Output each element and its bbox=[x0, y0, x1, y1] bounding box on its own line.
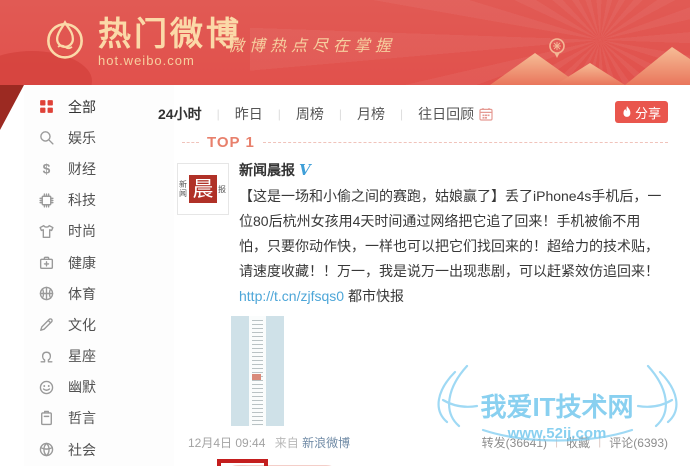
dollar-icon: $ bbox=[38, 160, 55, 177]
sidebar-item-firstaid[interactable]: 健康 bbox=[24, 247, 174, 278]
tab-0[interactable]: 24小时 bbox=[158, 104, 217, 124]
rank-dash-right bbox=[262, 142, 668, 143]
chip-icon bbox=[38, 192, 55, 209]
ribbon-fold-decoration bbox=[0, 85, 24, 130]
tab-label: 昨日 bbox=[234, 105, 263, 122]
tab-items-slot: 24小时 | 昨日 | 周榜 | 月榜 | 往日回顾 bbox=[158, 104, 668, 124]
post-actions-links: 转发(36641) | 收藏 | 评论(6393) bbox=[482, 434, 668, 451]
tab-bar: 24小时 | 昨日 | 周榜 | 月榜 | 往日回顾 分享 bbox=[155, 85, 668, 125]
pencil-icon bbox=[38, 316, 55, 333]
author-avatar[interactable]: 新闻 晨 报 bbox=[177, 163, 229, 215]
author-name[interactable]: 新闻晨报 bbox=[239, 160, 295, 180]
sidebar-item-magnifier[interactable]: 娱乐 bbox=[24, 122, 174, 153]
favorite-link[interactable]: 收藏 bbox=[566, 434, 590, 451]
book-icon bbox=[38, 410, 55, 427]
annotation-highlight-rect bbox=[217, 459, 268, 466]
site-header: 热门微博 hot.weibo.com 微博热点尽在掌握 bbox=[0, 0, 690, 85]
sidebar-item-globe[interactable]: 社会 bbox=[24, 434, 174, 465]
header-tagline: 微博热点尽在掌握 bbox=[228, 36, 397, 55]
source-link[interactable]: 新浪微博 bbox=[302, 436, 350, 450]
thumbnail-text-strip bbox=[249, 316, 266, 426]
heat-action-row: 91583°C +1 他们 +1 过： 等2470人 bbox=[155, 457, 668, 466]
logo-domain: hot.weibo.com bbox=[98, 53, 195, 68]
rank-dash-left bbox=[182, 142, 199, 143]
sidebar-item-label: 社会 bbox=[68, 441, 96, 458]
tab-3[interactable]: 月榜 bbox=[342, 104, 400, 124]
thumbnail-red-mark bbox=[252, 374, 261, 380]
sidebar-item-label: 科技 bbox=[68, 192, 96, 209]
sidebar-item-pencil[interactable]: 文化 bbox=[24, 309, 174, 340]
separator: | bbox=[555, 434, 559, 448]
share-label: 分享 bbox=[634, 105, 661, 121]
sidebar-item-label: 体育 bbox=[68, 285, 96, 302]
hot-weibo-page: 热门微博 hot.weibo.com 微博热点尽在掌握 全部娱乐 $ 财经科技时尚健… bbox=[0, 0, 690, 466]
site-logo[interactable]: 热门微博 hot.weibo.com bbox=[44, 16, 242, 68]
tab-label: 往日回顾 bbox=[418, 105, 475, 122]
post-body: 新闻晨报 V 【这是一场和小偷之间的赛跑，姑娘赢了】丢了iPhone4s手机后，… bbox=[231, 161, 668, 426]
post-thumbnail-image[interactable] bbox=[231, 316, 284, 426]
avatar-small-right-text: 报 bbox=[218, 184, 226, 194]
sidebar-item-label: 全部 bbox=[68, 98, 96, 115]
sidebar-item-label: 幽默 bbox=[68, 379, 96, 396]
sidebar-item-label: 娱乐 bbox=[68, 129, 96, 146]
sidebar-item-chip[interactable]: 科技 bbox=[24, 185, 174, 216]
calendar-icon bbox=[479, 107, 493, 121]
share-button[interactable]: 分享 bbox=[615, 101, 668, 123]
tab-label: 24小时 bbox=[158, 105, 202, 122]
tab-label: 月榜 bbox=[356, 105, 385, 122]
tshirt-icon bbox=[38, 223, 55, 240]
post-meta-left: 12月4日 09:44 来自 新浪微博 bbox=[188, 434, 350, 451]
location-pin-icon bbox=[549, 38, 565, 58]
post-text-tail: 都市快报 bbox=[344, 288, 404, 304]
post-text: 【这是一场和小偷之间的赛跑，姑娘赢了】丢了iPhone4s手机后，一位80后杭州… bbox=[239, 184, 668, 309]
sidebar-item-label: 文化 bbox=[68, 316, 96, 333]
tab-1[interactable]: 昨日 bbox=[220, 104, 278, 124]
flame-icon bbox=[623, 106, 631, 117]
basketball-icon bbox=[38, 285, 55, 302]
rank-heading: TOP 1 bbox=[182, 134, 668, 151]
logo-title: 热门微博 bbox=[98, 15, 242, 52]
rank-title: TOP 1 bbox=[207, 134, 255, 151]
sidebar-item-book[interactable]: 哲言 bbox=[24, 403, 174, 434]
post-date: 12月4日 09:44 bbox=[188, 436, 266, 450]
main-content: 24小时 | 昨日 | 周榜 | 月榜 | 往日回顾 分享 TOP 1 新闻 晨 报 新闻晨报 bbox=[155, 85, 668, 466]
magnifier-icon bbox=[38, 129, 55, 146]
top-post: 新闻 晨 报 新闻晨报 V 【这是一场和小偷之间的赛跑，姑娘赢了】丢了iPhon… bbox=[177, 161, 668, 426]
sidebar-item-dollar[interactable]: $ 财经 bbox=[24, 153, 174, 184]
tab-label: 周榜 bbox=[295, 105, 324, 122]
sidebar-item-label: 财经 bbox=[68, 160, 96, 177]
post-meta-row: 12月4日 09:44 来自 新浪微博 转发(36641) | 收藏 | 评论(… bbox=[188, 434, 668, 451]
post-text-main: 【这是一场和小偷之间的赛跑，姑娘赢了】丢了iPhone4s手机后，一位80后杭州… bbox=[239, 188, 662, 279]
avatar-big-char: 晨 bbox=[189, 175, 217, 203]
svg-text:$: $ bbox=[43, 161, 51, 177]
sidebar-item-label: 哲言 bbox=[68, 410, 96, 427]
globe-icon bbox=[38, 441, 55, 458]
sidebar-item-libra[interactable]: 星座 bbox=[24, 341, 174, 372]
grid-icon bbox=[38, 98, 55, 115]
firstaid-icon bbox=[38, 254, 55, 271]
separator: | bbox=[598, 434, 602, 448]
author-row: 新闻晨报 V bbox=[239, 161, 668, 179]
tab-2[interactable]: 周榜 bbox=[281, 104, 339, 124]
tab-4[interactable]: 往日回顾 bbox=[403, 104, 508, 124]
post-link[interactable]: http://t.cn/zjfsqs0 bbox=[239, 288, 344, 304]
sidebar-item-label: 星座 bbox=[68, 348, 96, 365]
libra-icon bbox=[38, 348, 55, 365]
avatar-small-left-text: 新闻 bbox=[179, 180, 187, 198]
comment-link[interactable]: 评论(6393) bbox=[609, 434, 668, 451]
verified-badge: V bbox=[299, 161, 311, 179]
flame-circle-icon bbox=[47, 20, 83, 59]
smiley-icon bbox=[38, 379, 55, 396]
sidebar-item-label: 时尚 bbox=[68, 223, 96, 240]
category-sidebar: 全部娱乐 $ 财经科技时尚健康体育文化星座幽默哲言社会 bbox=[24, 85, 174, 466]
sidebar-item-basketball[interactable]: 体育 bbox=[24, 278, 174, 309]
sidebar-item-grid[interactable]: 全部 bbox=[24, 91, 174, 122]
sidebar-item-smiley[interactable]: 幽默 bbox=[24, 372, 174, 403]
sidebar-item-label: 健康 bbox=[68, 254, 96, 271]
sidebar-item-tshirt[interactable]: 时尚 bbox=[24, 216, 174, 247]
source-prefix: 来自 bbox=[274, 436, 299, 450]
repost-link[interactable]: 转发(36641) bbox=[482, 434, 547, 451]
